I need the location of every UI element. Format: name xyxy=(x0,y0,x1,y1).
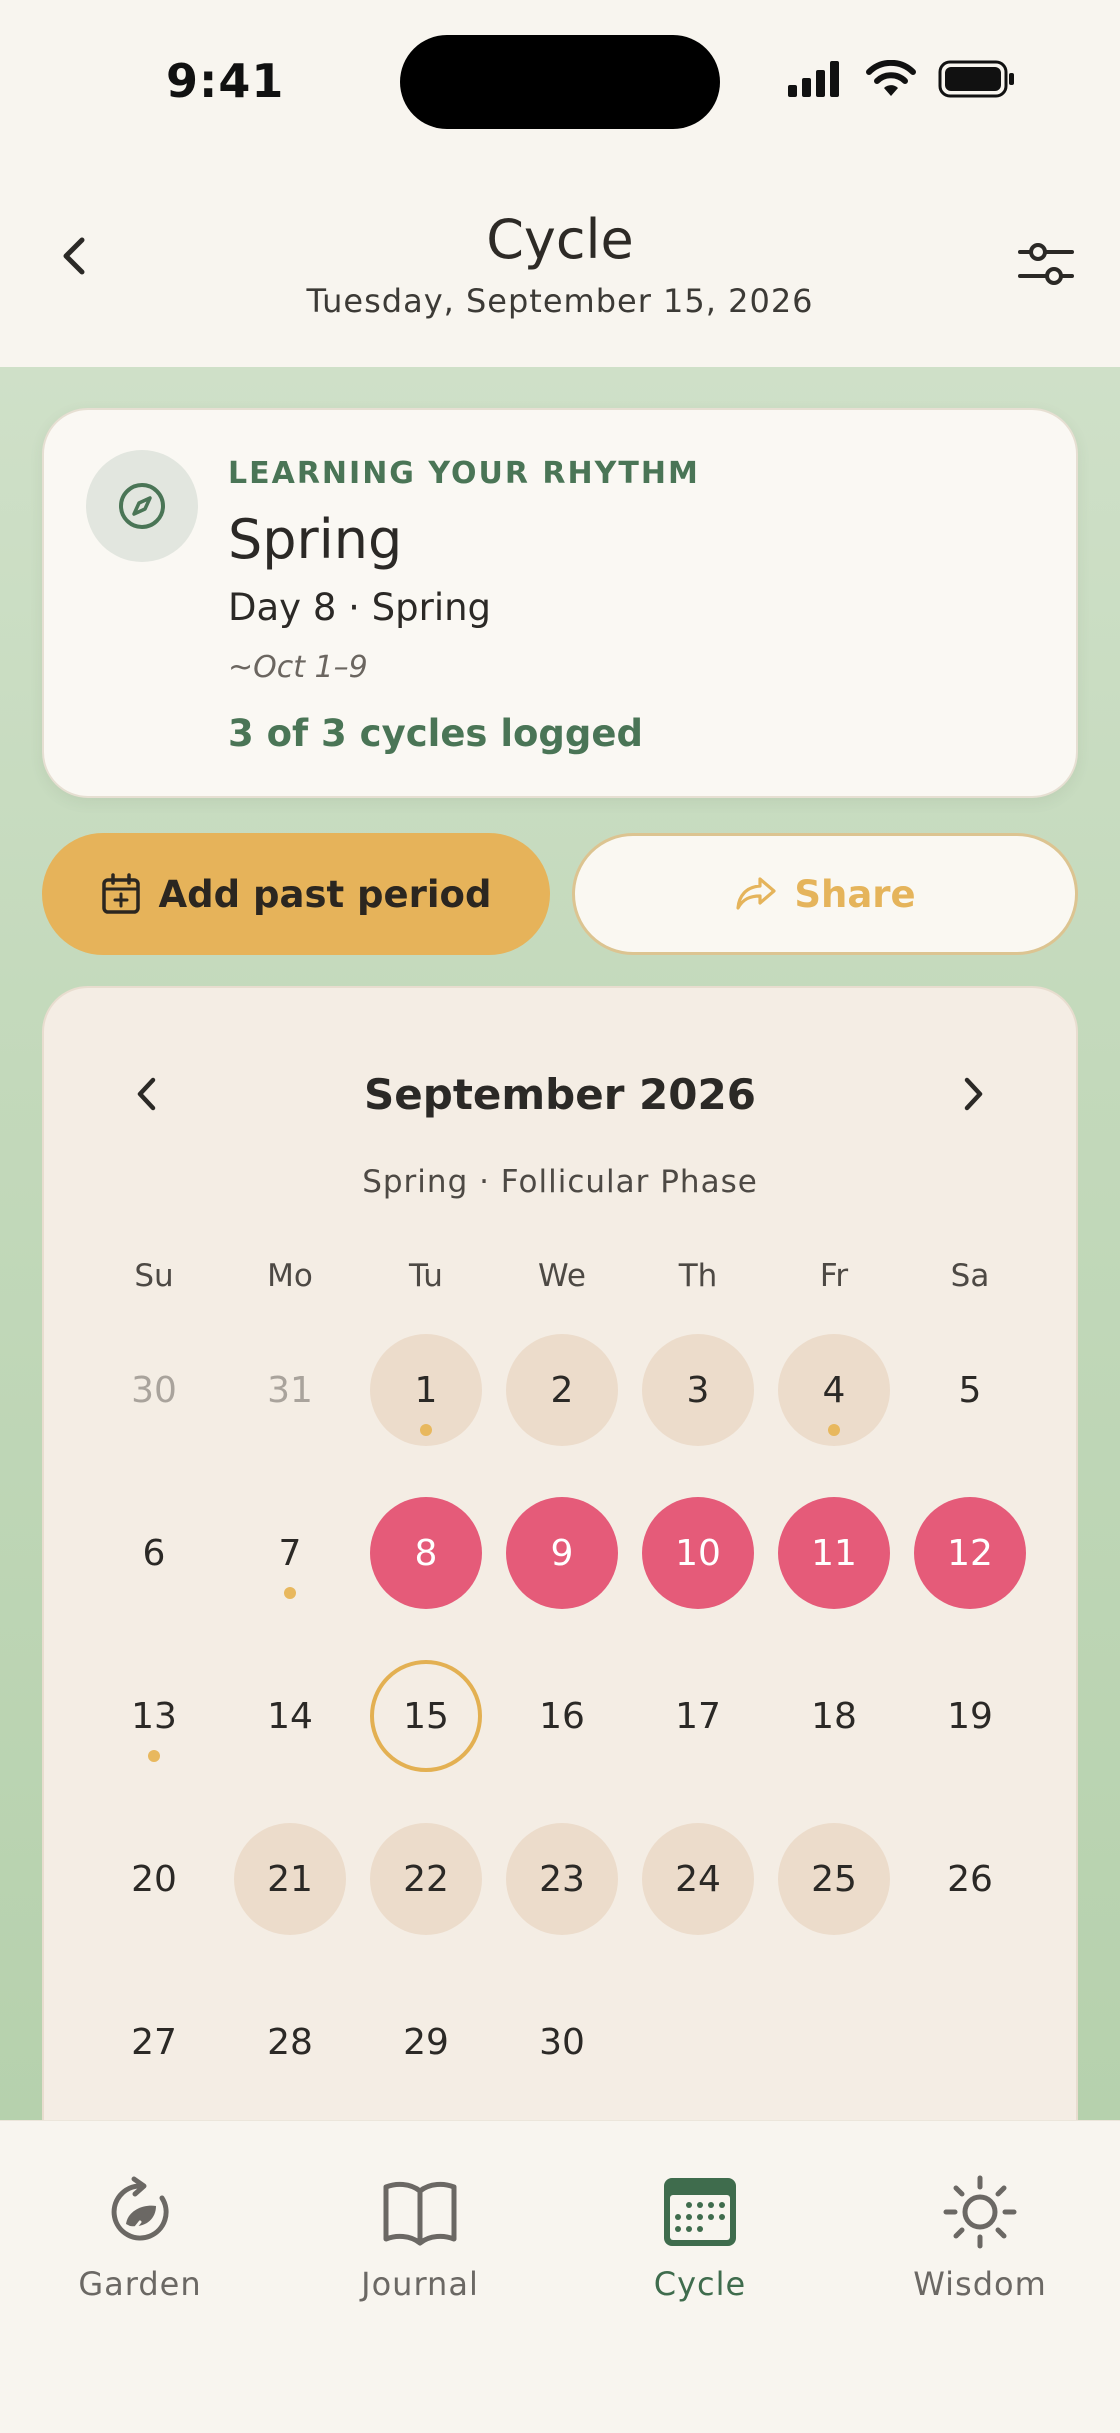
calendar-day-period[interactable]: 8 xyxy=(370,1497,482,1609)
garden-cycle-icon xyxy=(95,2167,185,2257)
calendar-day[interactable]: 26 xyxy=(914,1823,1026,1935)
nav-wisdom[interactable]: Wisdom xyxy=(870,2167,1090,2303)
calendar-day[interactable]: 5 xyxy=(914,1334,1026,1446)
share-icon xyxy=(736,877,776,910)
weekday-label: Fr xyxy=(819,1258,849,1294)
header: Cycle Tuesday, September 15, 2026 xyxy=(0,160,1120,367)
log-dot xyxy=(148,1750,160,1762)
calendar-day[interactable]: 1 xyxy=(370,1334,482,1446)
calendar-day-period[interactable]: 10 xyxy=(642,1497,754,1609)
status-time: 9:41 xyxy=(166,54,285,108)
weekday-label: Mo xyxy=(267,1258,313,1294)
calendar-day[interactable]: 21 xyxy=(234,1823,346,1935)
add-past-period-button[interactable]: Add past period xyxy=(42,833,550,955)
status-bar: 9:41 xyxy=(0,0,1120,160)
nav-label: Cycle xyxy=(653,2265,747,2303)
calendar-day-period[interactable]: 11 xyxy=(778,1497,890,1609)
weekday-label: Th xyxy=(678,1258,718,1294)
calendar-phase: Spring · Follicular Phase xyxy=(362,1164,758,1200)
calendar-day-number: 4 xyxy=(822,1369,846,1411)
calendar-day[interactable]: 20 xyxy=(98,1823,210,1935)
book-icon xyxy=(375,2167,465,2257)
weekday-label: Sa xyxy=(950,1258,990,1294)
calendar-day[interactable]: 2 xyxy=(506,1334,618,1446)
calendar-day[interactable]: 4 xyxy=(778,1334,890,1446)
log-dot xyxy=(420,1424,432,1436)
nav-label: Garden xyxy=(78,2265,202,2303)
learning-card: LEARNING YOUR RHYTHM Spring Day 8 · Spri… xyxy=(42,408,1078,798)
filter-button[interactable] xyxy=(1016,236,1076,292)
calendar-day[interactable]: 7 xyxy=(234,1497,346,1609)
nav-label: Journal xyxy=(361,2265,479,2303)
signal-icon xyxy=(788,61,839,97)
calendar-day[interactable]: 22 xyxy=(370,1823,482,1935)
nav-cycle[interactable]: Cycle xyxy=(590,2167,810,2303)
calendar-month-title: September 2026 xyxy=(364,1070,756,1119)
calendar-day-number: 13 xyxy=(131,1695,177,1737)
page-title: Cycle xyxy=(486,208,634,271)
calendar-day-number: 1 xyxy=(414,1369,438,1411)
calendar-day[interactable]: 14 xyxy=(234,1660,346,1772)
battery-icon xyxy=(938,60,1014,98)
calendar-day-period[interactable]: 9 xyxy=(506,1497,618,1609)
next-month-button[interactable] xyxy=(948,1064,998,1124)
wifi-icon xyxy=(866,60,916,96)
share-button[interactable]: Share xyxy=(572,833,1078,955)
dynamic-island xyxy=(400,35,720,129)
calendar-day[interactable]: 19 xyxy=(914,1660,1026,1772)
calendar-day[interactable]: 17 xyxy=(642,1660,754,1772)
calendar-day[interactable]: 6 xyxy=(98,1497,210,1609)
nav-label: Wisdom xyxy=(913,2265,1047,2303)
calendar-day[interactable]: 25 xyxy=(778,1823,890,1935)
page-subtitle: Tuesday, September 15, 2026 xyxy=(306,282,814,320)
calendar-day-period[interactable]: 12 xyxy=(914,1497,1026,1609)
season-title: Spring xyxy=(228,508,403,571)
calendar-day[interactable]: 30 xyxy=(506,1986,618,2098)
predicted-range: ~Oct 1–9 xyxy=(228,650,368,685)
calendar-day[interactable]: 30 xyxy=(98,1334,210,1446)
weekday-label: Tu xyxy=(409,1258,443,1294)
calendar-day[interactable]: 18 xyxy=(778,1660,890,1772)
cycle-day: Day 8 · Spring xyxy=(228,586,492,629)
nav-garden[interactable]: Garden xyxy=(30,2167,250,2303)
main-content: LEARNING YOUR RHYTHM Spring Day 8 · Spri… xyxy=(0,367,1120,2120)
bottom-nav: Garden Journal Cycle Wisdom xyxy=(0,2120,1120,2433)
calendar-day-number: 7 xyxy=(278,1532,302,1574)
calendar-day[interactable]: 29 xyxy=(370,1986,482,2098)
calendar-day[interactable]: 23 xyxy=(506,1823,618,1935)
calendar-day[interactable]: 24 xyxy=(642,1823,754,1935)
add-past-period-label: Add past period xyxy=(158,872,492,916)
status-icons xyxy=(788,60,1016,98)
compass-badge xyxy=(86,450,198,562)
log-dot xyxy=(284,1587,296,1599)
calendar-day[interactable]: 31 xyxy=(234,1334,346,1446)
sliders-icon xyxy=(1018,243,1074,285)
sun-icon xyxy=(935,2167,1025,2257)
chevron-right-icon xyxy=(964,1077,983,1111)
calendar-day[interactable]: 3 xyxy=(642,1334,754,1446)
cycles-logged: 3 of 3 cycles logged xyxy=(228,712,643,755)
calendar-card: September 2026 Spring · Follicular Phase… xyxy=(42,986,1078,2120)
nav-journal[interactable]: Journal xyxy=(310,2167,530,2303)
compass-icon xyxy=(119,483,165,529)
calendar-icon xyxy=(655,2167,745,2257)
calendar-day-today[interactable]: 15 xyxy=(370,1660,482,1772)
weekday-label: We xyxy=(538,1258,586,1294)
share-label: Share xyxy=(794,872,916,916)
calendar-day[interactable]: 28 xyxy=(234,1986,346,2098)
calendar-day[interactable]: 16 xyxy=(506,1660,618,1772)
calendar-day[interactable]: 13 xyxy=(98,1660,210,1772)
learning-eyebrow: LEARNING YOUR RHYTHM xyxy=(228,456,700,491)
log-dot xyxy=(828,1424,840,1436)
calendar-plus-icon xyxy=(101,873,140,914)
weekday-label: Su xyxy=(134,1258,174,1294)
calendar-day[interactable]: 27 xyxy=(98,1986,210,2098)
